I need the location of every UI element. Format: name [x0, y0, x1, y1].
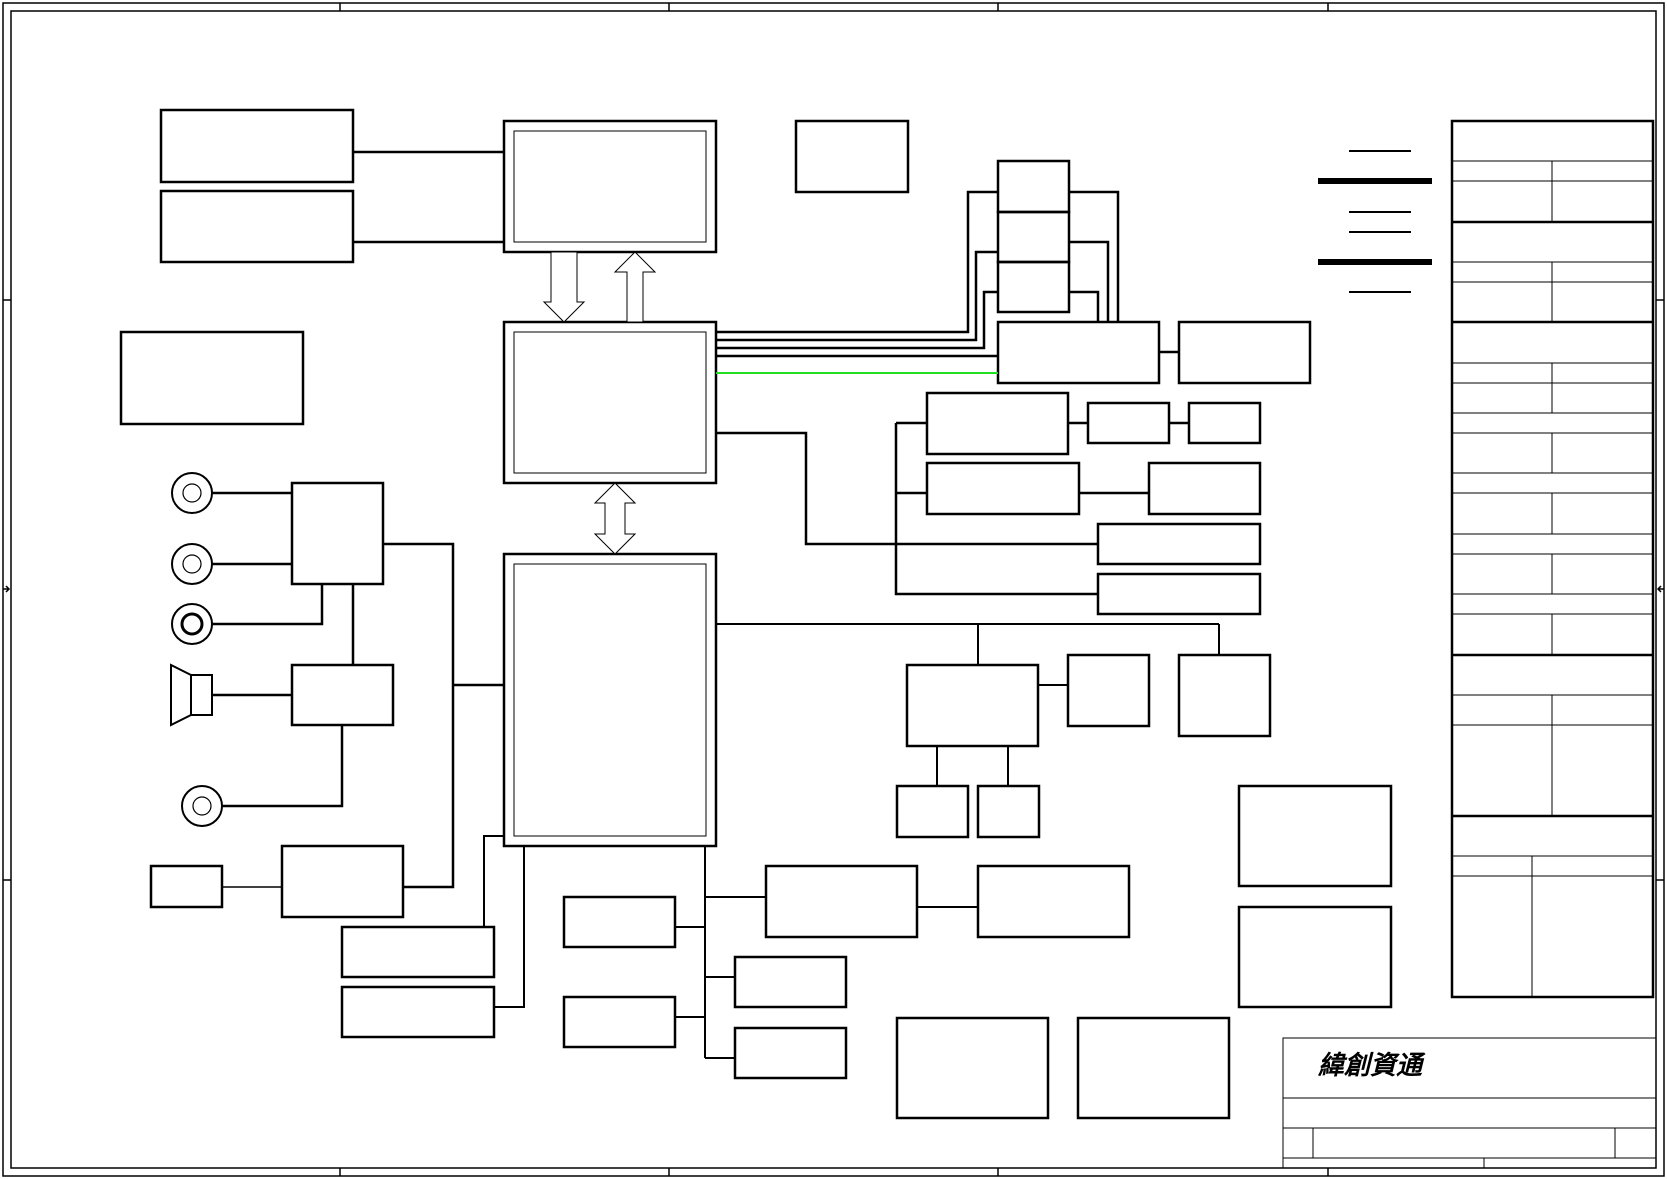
revision-table	[1450, 119, 1655, 999]
block-graphics	[996, 320, 1161, 385]
wires-pci-devices	[1068, 421, 1189, 495]
block-touchpad	[976, 784, 1041, 839]
block-top-left-1	[159, 108, 355, 184]
block-left-standalone	[119, 330, 305, 426]
block-pci-devices	[925, 391, 1262, 616]
block-bios	[1177, 653, 1272, 738]
block-top-left-2	[159, 189, 355, 264]
arrow-nb-sb	[593, 482, 637, 555]
wires-lower-left	[483, 835, 525, 1008]
wires-sb-right	[716, 623, 1220, 665]
block-audio-amp	[290, 663, 395, 727]
block-south-bridge	[502, 552, 718, 848]
arrow-down-cpu-nb	[542, 251, 586, 323]
wires-sb-bottom	[675, 846, 978, 1059]
block-cpu	[502, 119, 718, 254]
block-keyboard	[895, 784, 970, 839]
wires-superio-down	[936, 746, 1009, 786]
block-lower-left-2	[340, 985, 496, 1039]
audio-jacks	[171, 472, 223, 827]
legend-lines	[1318, 150, 1432, 293]
block-audio-codec	[290, 481, 385, 586]
block-modem	[280, 844, 405, 919]
wires-nb-pci	[716, 421, 1098, 596]
block-small-left	[149, 864, 224, 909]
block-display	[1177, 320, 1312, 385]
wires-nb-memory	[716, 190, 1120, 358]
block-north-bridge	[502, 320, 718, 485]
schematic-sheet: 緯創資通	[0, 0, 1667, 1179]
block-memory-stack	[996, 159, 1071, 314]
block-lower-left-1	[340, 925, 496, 979]
block-superio-side	[1066, 653, 1151, 728]
block-clock	[794, 119, 910, 194]
wires-top-left	[353, 150, 504, 244]
block-superio	[905, 663, 1040, 748]
speaker-icon	[170, 663, 213, 727]
arrow-up-nb-cpu	[613, 251, 657, 323]
company-name: 緯創資通	[1317, 1051, 1426, 1081]
wires-audio	[212, 491, 504, 889]
block-diagram: 緯創資通	[2, 2, 1665, 1177]
